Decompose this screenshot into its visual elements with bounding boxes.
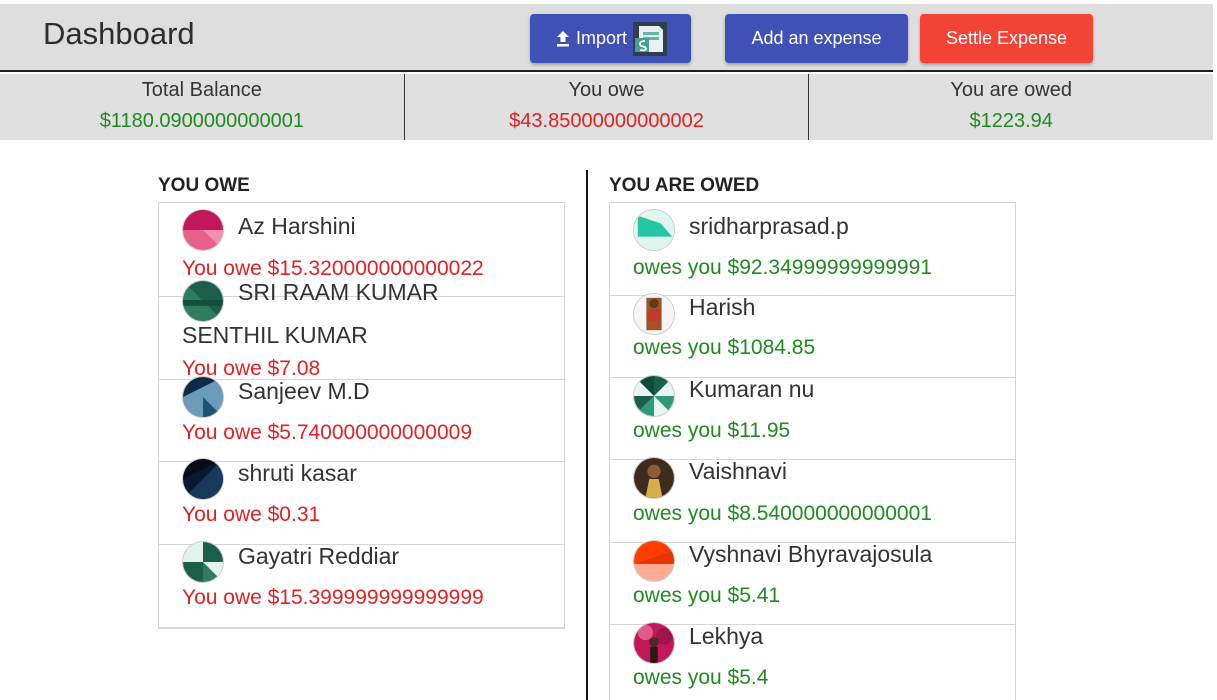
person-name: sridharprasad.p: [689, 213, 849, 239]
you-owe-label: You owe: [568, 79, 645, 101]
you-are-owed-cell: You are owed $1223.94: [809, 74, 1213, 140]
page-title: Dashboard: [43, 16, 195, 51]
you-are-owed-label: You are owed: [950, 79, 1072, 101]
spreadsheet-icon: [633, 21, 667, 56]
total-balance-value: $1180.0900000000001: [99, 110, 304, 132]
owe-amount: You owe $0.31: [182, 503, 321, 526]
upload-icon: [556, 30, 569, 46]
you-are-owed-value: $1223.94: [969, 110, 1053, 132]
avatar: [633, 540, 675, 582]
owed-amount: owes you $8.540000000000001: [633, 502, 932, 525]
person-name: SRI RAAM KUMAR: [238, 279, 439, 305]
list-item[interactable]: Lekhya owes you $5.4: [610, 622, 1015, 700]
you-owe-value: $43.85000000000002: [509, 110, 704, 132]
list-item[interactable]: shruti kasar You owe $0.31: [159, 458, 564, 545]
avatar: [182, 376, 224, 418]
person-name: Gayatri Reddiar: [238, 543, 400, 569]
you-are-owed-heading: YOU ARE OWED: [609, 175, 760, 196]
owed-amount: owes you $92.34999999999991: [633, 256, 932, 279]
list-item[interactable]: Sanjeev M.D You owe $5.740000000000009: [159, 376, 564, 462]
avatar: [182, 209, 224, 251]
you-owe-heading: YOU OWE: [158, 175, 250, 196]
avatar: [633, 622, 675, 664]
top-bar: Dashboard Import Add an expense Settle E…: [0, 4, 1213, 72]
owe-amount: You owe $15.320000000000022: [182, 257, 484, 280]
owed-amount: owes you $5.4: [633, 666, 769, 689]
total-balance-cell: Total Balance $1180.0900000000001: [0, 74, 405, 140]
list-item[interactable]: Harish owes you $1084.85: [610, 293, 1015, 378]
avatar: [182, 541, 224, 583]
owed-amount: owes you $1084.85: [633, 336, 816, 359]
list-item[interactable]: Vaishnavi owes you $8.540000000000001: [610, 457, 1015, 543]
owed-amount: owes you $11.95: [633, 419, 791, 442]
list-item[interactable]: Vyshnavi Bhyravajosula owes you $5.41: [610, 540, 1015, 625]
avatar: [182, 458, 224, 500]
add-expense-button[interactable]: Add an expense: [725, 14, 908, 63]
avatar: [633, 293, 675, 335]
avatar: [633, 209, 675, 251]
list-item[interactable]: Kumaran nu owes you $11.95: [610, 375, 1015, 460]
balance-summary: Total Balance $1180.0900000000001 You ow…: [0, 74, 1213, 140]
person-name: Harish: [689, 294, 756, 320]
list-item[interactable]: Gayatri Reddiar You owe $15.399999999999…: [159, 541, 564, 628]
column-divider: [586, 170, 588, 700]
avatar: [633, 457, 675, 499]
person-name-continued: SENTHIL KUMAR: [182, 322, 368, 348]
import-button[interactable]: Import: [530, 14, 691, 63]
avatar: [182, 280, 224, 322]
person-name: Kumaran nu: [689, 376, 815, 402]
settle-expense-button[interactable]: Settle Expense: [920, 14, 1093, 63]
avatar: [633, 375, 675, 417]
list-item[interactable]: SRI RAAM KUMAR SENTHIL KUMAR You owe $7.…: [159, 279, 564, 380]
person-name: Lekhya: [689, 623, 764, 649]
import-button-label: Import: [575, 28, 627, 48]
total-balance-label: Total Balance: [141, 79, 262, 101]
you-owe-cell: You owe $43.85000000000002: [405, 74, 810, 140]
owe-amount: You owe $5.740000000000009: [182, 421, 473, 444]
person-name: Az Harshini: [238, 213, 356, 239]
person-name: Vyshnavi Bhyravajosula: [689, 541, 933, 567]
person-name: shruti kasar: [238, 460, 357, 486]
owed-amount: owes you $5.41: [633, 584, 781, 607]
list-item[interactable]: sridharprasad.p owes you $92.34999999999…: [610, 203, 1015, 296]
owe-amount: You owe $15.399999999999999: [182, 586, 484, 609]
you-are-owed-list: sridharprasad.p owes you $92.34999999999…: [609, 202, 1016, 700]
you-owe-list: Az Harshini You owe $15.320000000000022 …: [158, 202, 565, 629]
person-name: Sanjeev M.D: [238, 378, 370, 404]
person-name: Vaishnavi: [689, 458, 788, 484]
